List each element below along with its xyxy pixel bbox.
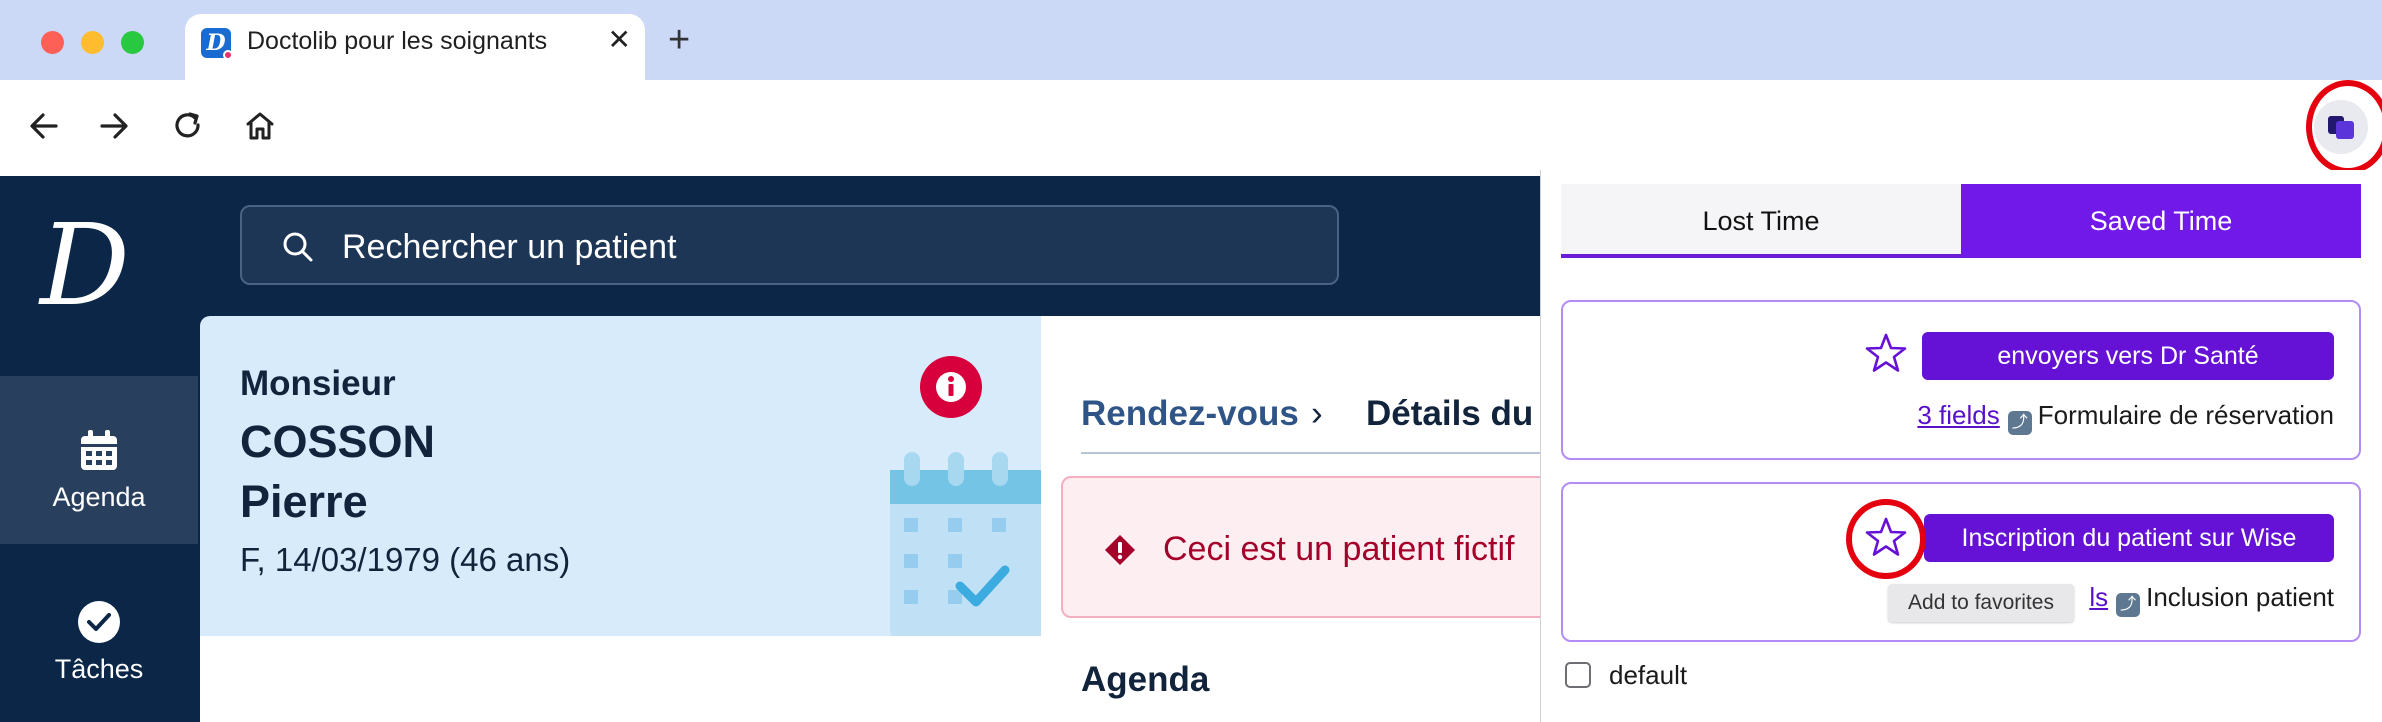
shortcut-card: envoyers vers Dr Santé 3 fields ⤴ Formulai… [1561, 300, 2361, 460]
highlight-ring [2306, 80, 2382, 174]
alert-text: Ceci est un patient fictif [1163, 530, 1515, 568]
patient-details: F, 14/03/1979 (46 ans) [240, 541, 571, 578]
patient-last-name: COSSON [240, 416, 436, 467]
reload-icon[interactable] [170, 108, 206, 144]
shortcut-target: Formulaire de réservation [2037, 400, 2334, 430]
info-icon [936, 372, 966, 402]
calendar-icon [81, 430, 117, 470]
browser-tab[interactable]: D Doctolib pour les soignants ✕ [185, 14, 645, 80]
default-label: default [1609, 660, 1688, 690]
fields-link[interactable]: ls [2089, 582, 2108, 612]
home-icon[interactable] [242, 108, 278, 144]
sidebar-item-label: Agenda [52, 482, 146, 512]
star-outline-icon[interactable] [1865, 332, 1907, 374]
patient-card: Monsieur COSSON Pierre F, 14/03/1979 (46… [200, 316, 1041, 636]
shortcut-meta: ls ⤴ Inclusion patient [2089, 582, 2334, 617]
browser-toolbar [0, 80, 2382, 176]
patient-search-input[interactable]: Rechercher un patient [240, 205, 1339, 285]
check-circle-icon [78, 601, 120, 643]
patient-card-footer [200, 636, 1041, 722]
shortcut-meta: 3 fields ⤴ Formulaire de réservation [1917, 400, 2334, 435]
tab-saved-time[interactable]: Saved Time [1961, 184, 2361, 258]
sidebar-item-taches[interactable]: Tâches [0, 544, 198, 712]
share-icon: ⤴ [2116, 593, 2141, 617]
search-placeholder: Rechercher un patient [342, 228, 677, 266]
extension-popup: Lost Time Saved Time envoyers vers Dr Sa… [1540, 170, 2382, 722]
shortcut-target: Inclusion patient [2146, 582, 2334, 612]
warning-diamond-icon [1105, 535, 1135, 565]
tab-close-button[interactable]: ✕ [608, 24, 631, 56]
agenda-heading: Agenda [1081, 660, 1210, 699]
breadcrumb-separator: › [1311, 394, 1323, 433]
window-minimize-button[interactable] [81, 31, 104, 54]
notification-dot-icon [223, 50, 233, 60]
default-checkbox[interactable] [1565, 662, 1591, 688]
info-badge[interactable] [920, 356, 982, 418]
appointment-details: Rendez-vous › Détails du r Ceci est un p… [1041, 316, 1541, 722]
doctolib-logo[interactable]: D [40, 206, 130, 326]
highlight-ring [1846, 499, 1926, 579]
share-icon: ⤴ [2007, 411, 2032, 435]
tab-lost-time[interactable]: Lost Time [1561, 184, 1961, 258]
window-maximize-button[interactable] [121, 31, 144, 54]
patient-civility: Monsieur [240, 364, 396, 403]
calendar-illustration-icon [890, 452, 1041, 636]
search-icon [283, 232, 313, 262]
sidebar: D Agenda Tâches [0, 176, 198, 722]
run-shortcut-button[interactable]: Inscription du patient sur Wise [1924, 514, 2334, 562]
run-shortcut-button[interactable]: envoyers vers Dr Santé [1922, 332, 2334, 380]
sidebar-item-agenda[interactable]: Agenda [0, 376, 198, 544]
breadcrumb-divider [1081, 452, 1541, 454]
forward-arrow-icon[interactable] [96, 108, 132, 144]
fictitious-patient-alert: Ceci est un patient fictif [1061, 476, 1541, 618]
fields-link[interactable]: 3 fields [1917, 400, 1999, 430]
sidebar-item-label: Tâches [54, 654, 144, 684]
back-arrow-icon[interactable] [26, 108, 62, 144]
browser-tab-bar: D Doctolib pour les soignants ✕ + [0, 0, 2382, 80]
breadcrumb-current: Détails du r [1366, 394, 1541, 433]
new-tab-button[interactable]: + [668, 20, 690, 60]
add-to-favorites-tooltip: Add to favorites [1888, 584, 2074, 622]
breadcrumb-link[interactable]: Rendez-vous [1081, 394, 1299, 434]
patient-first-name: Pierre [240, 476, 368, 527]
window-close-button[interactable] [41, 31, 64, 54]
tab-title: Doctolib pour les soignants [247, 27, 548, 55]
popup-tabs: Lost Time Saved Time [1561, 184, 2361, 258]
